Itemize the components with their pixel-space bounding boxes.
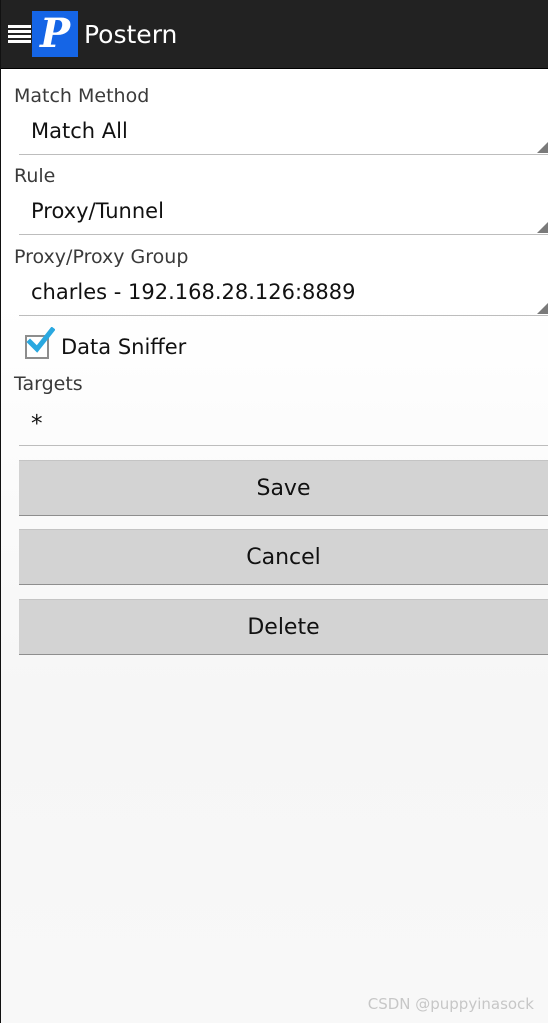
match-method-spinner[interactable]: Match All	[19, 110, 548, 155]
match-method-value: Match All	[31, 119, 128, 143]
proxy-group-value: charles - 192.168.28.126:8889	[31, 280, 356, 304]
delete-button[interactable]: Delete	[19, 599, 548, 655]
targets-label: Targets	[14, 373, 83, 395]
dropdown-caret-icon	[537, 303, 548, 314]
data-sniffer-label: Data Sniffer	[61, 335, 187, 359]
rule-editor-screen: P Postern Match Method Match All Rule Pr…	[1, 0, 548, 1023]
watermark: CSDN @puppyinasock	[367, 995, 534, 1013]
targets-input[interactable]: *	[19, 403, 548, 446]
match-method-label: Match Method	[14, 85, 150, 107]
app-logo-letter: P	[39, 10, 71, 57]
dropdown-caret-icon	[537, 142, 548, 153]
proxy-group-spinner[interactable]: charles - 192.168.28.126:8889	[19, 271, 548, 316]
save-button[interactable]: Save	[19, 460, 548, 516]
rule-value: Proxy/Tunnel	[31, 199, 164, 223]
rule-label: Rule	[14, 165, 56, 187]
action-bar: P Postern	[1, 0, 548, 69]
app-title: Postern	[84, 20, 178, 49]
data-sniffer-checkbox[interactable]: Data Sniffer	[23, 327, 323, 362]
dropdown-caret-icon	[537, 222, 548, 233]
app-logo-icon[interactable]: P	[32, 11, 78, 57]
hamburger-menu-icon[interactable]	[8, 25, 31, 45]
targets-value: *	[31, 411, 43, 437]
rule-spinner[interactable]: Proxy/Tunnel	[19, 190, 548, 235]
cancel-button[interactable]: Cancel	[19, 529, 548, 585]
proxy-group-label: Proxy/Proxy Group	[14, 246, 189, 268]
checkmark-icon	[26, 327, 55, 353]
